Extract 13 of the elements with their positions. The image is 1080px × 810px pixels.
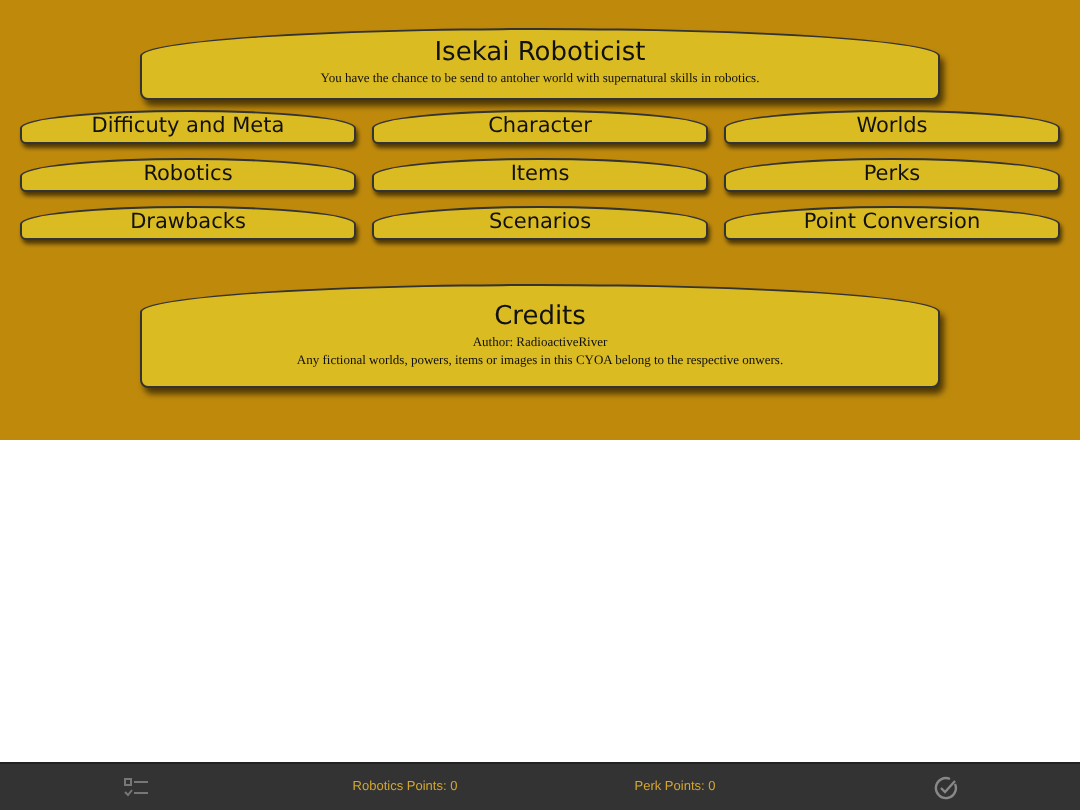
check-circle-icon[interactable] [933,775,957,799]
credits-title: Credits [494,302,586,334]
section-button[interactable]: Items [372,158,708,192]
section-button[interactable]: Scenarios [372,206,708,240]
section-button[interactable]: Character [372,110,708,144]
checklist-icon[interactable] [123,777,147,797]
section-button[interactable]: Difficuty and Meta [20,110,356,144]
section-button[interactable]: Perks [724,158,1060,192]
section-button[interactable]: Worlds [724,110,1060,144]
section-button[interactable]: Point Conversion [724,206,1060,240]
section-button[interactable]: Drawbacks [20,206,356,240]
section-button[interactable]: Robotics [20,158,356,192]
page-title: Isekai Roboticist [434,38,646,70]
